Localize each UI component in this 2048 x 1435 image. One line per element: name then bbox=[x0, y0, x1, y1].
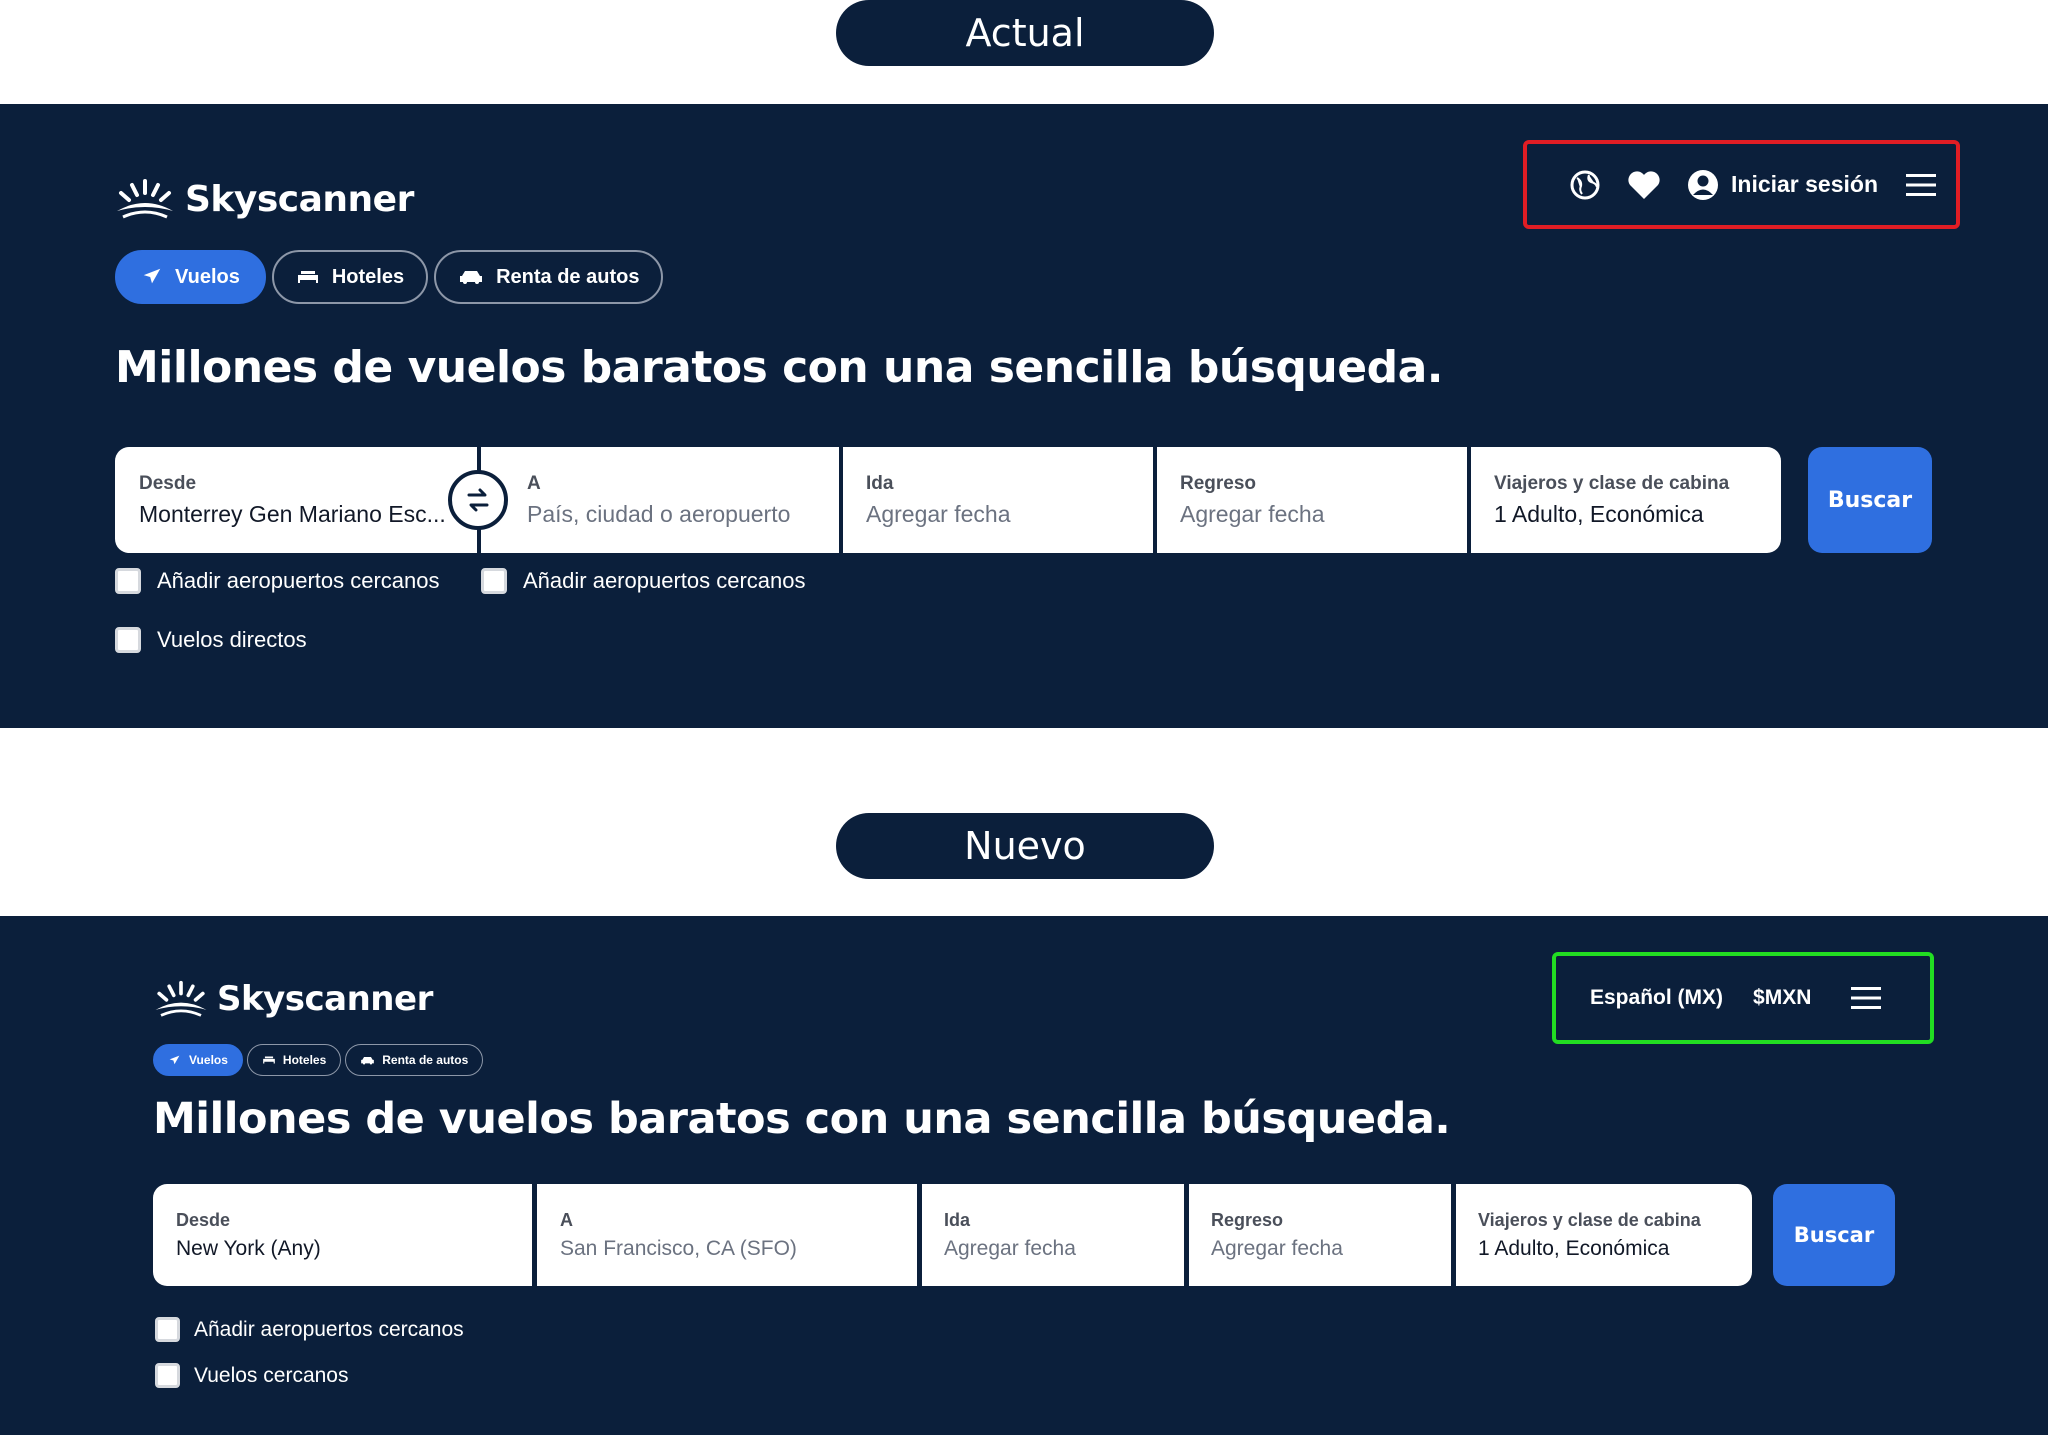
logo-text: Skyscanner bbox=[217, 979, 433, 1019]
checkbox-label: Vuelos directos bbox=[157, 627, 307, 652]
flight-search-bar: Desde New York (Any) A San Francisco, CA… bbox=[153, 1184, 1752, 1286]
depart-date-field[interactable]: Ida Agregar fecha bbox=[922, 1184, 1184, 1286]
login-link[interactable]: Iniciar sesión bbox=[1731, 171, 1878, 198]
checkbox-label: Vuelos cercanos bbox=[194, 1363, 349, 1387]
plane-icon bbox=[143, 268, 161, 284]
header-actions-highlight: Español (MX) $MXN bbox=[1552, 952, 1934, 1044]
tab-label: Vuelos bbox=[175, 265, 240, 288]
checkbox-label: Añadir aeropuertos cercanos bbox=[523, 568, 806, 593]
currency-selector[interactable]: $MXN bbox=[1753, 986, 1811, 1010]
destination-placeholder: San Francisco, CA (SFO) bbox=[560, 1236, 797, 1260]
travelers-label: Viajeros y clase de cabina bbox=[1478, 1209, 1701, 1230]
destination-field[interactable]: A San Francisco, CA (SFO) bbox=[537, 1184, 917, 1286]
user-icon[interactable] bbox=[1687, 169, 1719, 201]
language-selector[interactable]: Español (MX) bbox=[1590, 986, 1723, 1010]
checkbox-box[interactable] bbox=[115, 568, 141, 594]
tab-label: Hoteles bbox=[331, 265, 405, 288]
checkbox-box[interactable] bbox=[155, 1317, 180, 1342]
header-panel-actual: Skyscanner Iniciar sesión Vuelos Hoteles… bbox=[0, 104, 2048, 728]
car-icon bbox=[361, 1056, 375, 1065]
origin-value: New York (Any) bbox=[176, 1236, 321, 1260]
heart-icon[interactable] bbox=[1627, 170, 1661, 200]
travelers-field[interactable]: Viajeros y clase de cabina 1 Adulto, Eco… bbox=[1456, 1184, 1752, 1286]
return-placeholder: Agregar fecha bbox=[1211, 1236, 1343, 1260]
return-date-field[interactable]: Regreso Agregar fecha bbox=[1189, 1184, 1451, 1286]
origin-field[interactable]: Desde Monterrey Gen Mariano Esc... bbox=[115, 447, 477, 553]
depart-placeholder: Agregar fecha bbox=[866, 500, 1011, 527]
depart-label: Ida bbox=[866, 472, 894, 494]
section-title-nuevo: Nuevo bbox=[836, 813, 1214, 879]
origin-field[interactable]: Desde New York (Any) bbox=[153, 1184, 532, 1286]
direct-flights-checkbox[interactable]: Vuelos directos bbox=[115, 627, 307, 653]
tab-vuelos[interactable]: Vuelos bbox=[115, 250, 266, 304]
depart-label: Ida bbox=[944, 1209, 971, 1230]
checkbox-box[interactable] bbox=[115, 627, 141, 653]
search-button[interactable]: Buscar bbox=[1773, 1184, 1895, 1286]
checkbox-label: Añadir aeropuertos cercanos bbox=[157, 568, 440, 593]
tab-hoteles[interactable]: Hoteles bbox=[271, 250, 429, 304]
origin-label: Desde bbox=[139, 472, 197, 494]
swap-arrows-icon bbox=[467, 488, 489, 512]
menu-icon[interactable] bbox=[1906, 173, 1937, 197]
bed-icon bbox=[263, 1056, 275, 1064]
travelers-field[interactable]: Viajeros y clase de cabina 1 Adulto, Eco… bbox=[1471, 447, 1781, 553]
header-actions-highlight: Iniciar sesión bbox=[1523, 140, 1960, 229]
return-placeholder: Agregar fecha bbox=[1180, 500, 1325, 527]
return-date-field[interactable]: Regreso Agregar fecha bbox=[1157, 447, 1467, 553]
tab-label: Renta de autos bbox=[496, 265, 640, 288]
tab-hoteles[interactable]: Hoteles bbox=[246, 1044, 342, 1076]
travelers-value: 1 Adulto, Económica bbox=[1478, 1236, 1670, 1260]
nearby-origin-checkbox[interactable]: Añadir aeropuertos cercanos bbox=[115, 568, 440, 594]
nearby-destination-checkbox[interactable]: Añadir aeropuertos cercanos bbox=[481, 568, 806, 594]
skyscanner-logo[interactable]: Skyscanner bbox=[153, 974, 433, 1024]
destination-label: A bbox=[527, 472, 541, 494]
checkbox-box[interactable] bbox=[481, 568, 507, 594]
origin-label: Desde bbox=[176, 1209, 231, 1230]
tab-vuelos[interactable]: Vuelos bbox=[153, 1044, 243, 1076]
skyscanner-logo[interactable]: Skyscanner bbox=[115, 164, 414, 234]
product-tabs: Vuelos Hoteles Renta de autos bbox=[153, 1044, 484, 1076]
destination-field[interactable]: A País, ciudad o aeropuerto bbox=[481, 447, 839, 553]
return-label: Regreso bbox=[1180, 472, 1257, 494]
flight-search-bar: Desde Monterrey Gen Mariano Esc... A Paí… bbox=[115, 447, 1781, 553]
tab-renta-autos[interactable]: Renta de autos bbox=[434, 250, 664, 304]
globe-icon[interactable] bbox=[1569, 169, 1601, 201]
tab-label: Vuelos bbox=[189, 1053, 228, 1067]
menu-icon[interactable] bbox=[1851, 986, 1882, 1010]
skyscanner-sunrise-icon bbox=[155, 980, 207, 1017]
tab-label: Hoteles bbox=[282, 1053, 327, 1067]
nearby-flights-checkbox[interactable]: Vuelos cercanos bbox=[155, 1363, 348, 1388]
checkbox-label: Añadir aeropuertos cercanos bbox=[194, 1317, 464, 1341]
nearby-airports-checkbox[interactable]: Añadir aeropuertos cercanos bbox=[155, 1317, 464, 1342]
header-panel-nuevo: Skyscanner Español (MX) $MXN Vuelos Hote… bbox=[0, 916, 2048, 1435]
destination-placeholder: País, ciudad o aeropuerto bbox=[527, 500, 791, 527]
travelers-value: 1 Adulto, Económica bbox=[1494, 500, 1704, 527]
plane-icon bbox=[169, 1055, 180, 1064]
depart-placeholder: Agregar fecha bbox=[944, 1236, 1076, 1260]
return-label: Regreso bbox=[1211, 1209, 1284, 1230]
page-headline: Millones de vuelos baratos con una senci… bbox=[153, 1094, 1451, 1144]
depart-date-field[interactable]: Ida Agregar fecha bbox=[843, 447, 1153, 553]
travelers-label: Viajeros y clase de cabina bbox=[1494, 472, 1730, 494]
destination-label: A bbox=[560, 1209, 573, 1230]
skyscanner-sunrise-icon bbox=[117, 179, 173, 219]
swap-button[interactable] bbox=[448, 470, 508, 530]
checkbox-box[interactable] bbox=[155, 1363, 180, 1388]
logo-text: Skyscanner bbox=[185, 178, 414, 220]
product-tabs: Vuelos Hoteles Renta de autos bbox=[115, 250, 664, 304]
origin-value: Monterrey Gen Mariano Esc... bbox=[139, 500, 446, 527]
bed-icon bbox=[297, 271, 318, 283]
tab-renta-autos[interactable]: Renta de autos bbox=[345, 1044, 484, 1076]
car-icon bbox=[460, 271, 483, 284]
tab-label: Renta de autos bbox=[382, 1053, 469, 1067]
page-headline: Millones de vuelos baratos con una senci… bbox=[115, 342, 1443, 393]
section-title-actual: Actual bbox=[836, 0, 1214, 66]
search-button[interactable]: Buscar bbox=[1808, 447, 1932, 553]
